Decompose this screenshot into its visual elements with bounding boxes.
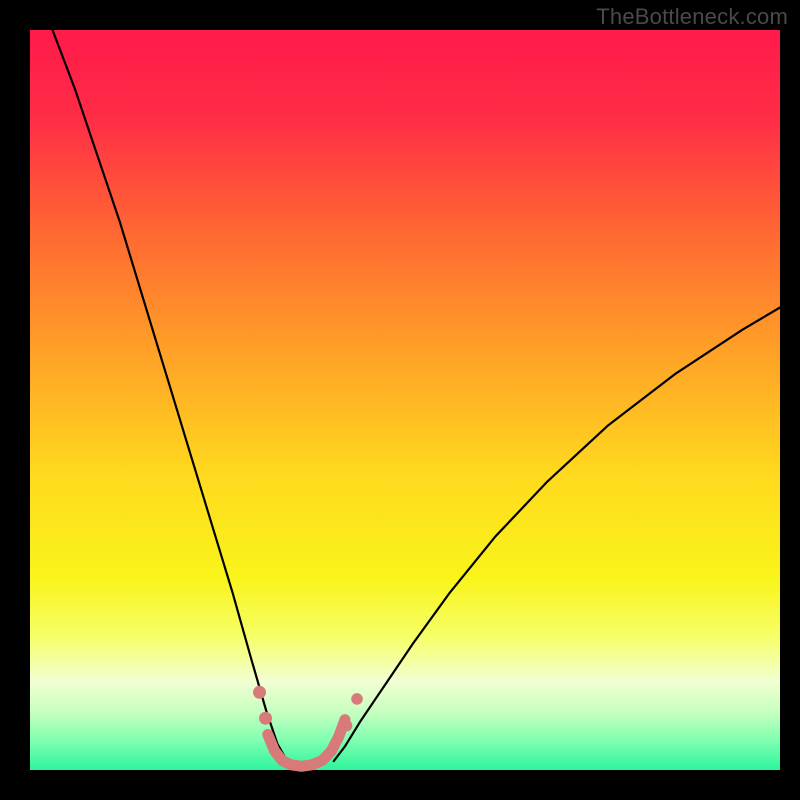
chart-frame: TheBottleneck.com bbox=[0, 0, 800, 800]
plot-background bbox=[30, 30, 780, 770]
marker-dot bbox=[253, 686, 266, 699]
marker-dot bbox=[341, 720, 353, 732]
watermark-label: TheBottleneck.com bbox=[596, 4, 788, 30]
marker-dot bbox=[259, 712, 272, 725]
marker-dot bbox=[351, 693, 363, 705]
chart-canvas bbox=[0, 0, 800, 800]
